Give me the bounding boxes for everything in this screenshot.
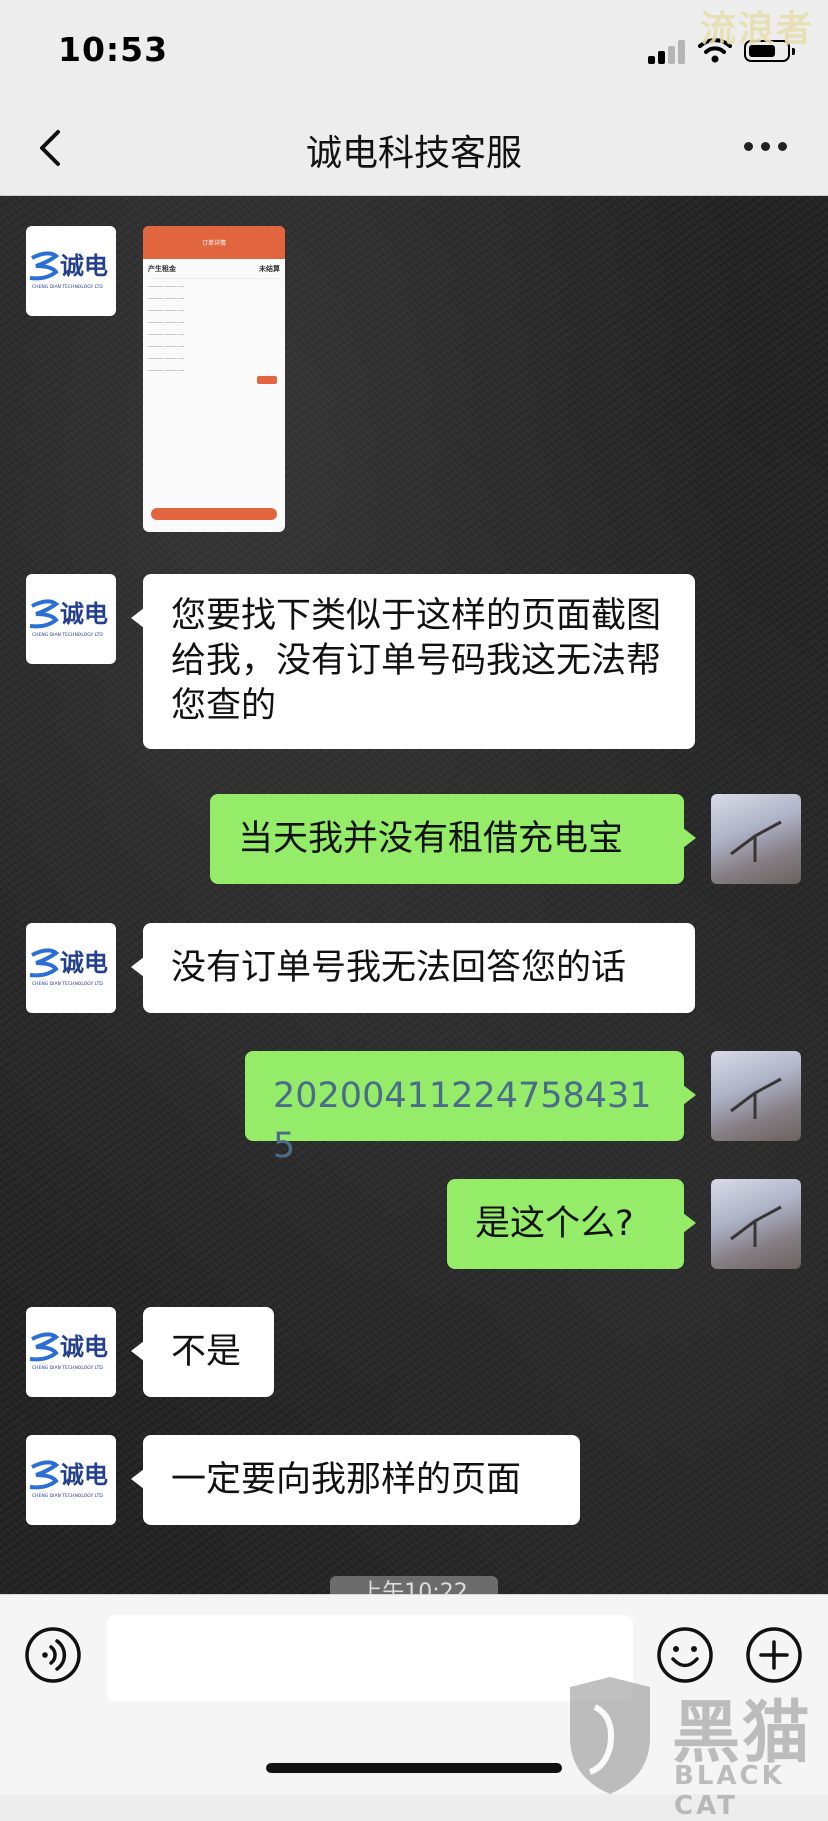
chengdian-logo-icon: 诚电 CHENG DIAN TECHNOLOGY LTD [29,1460,108,1499]
emoji-icon[interactable] [656,1626,714,1684]
chengdian-logo-icon: 诚电 CHENG DIAN TECHNOLOGY LTD [29,251,108,290]
message-bubble-cs[interactable]: 您要找下类似于这样的页面截图给我，没有订单号码我这无法帮您查的 [131,574,695,749]
message-bubble-cs[interactable]: 没有订单号我无法回答您的话 [131,923,695,1013]
svg-text:诚电: 诚电 [60,600,108,628]
chengdian-logo-icon: 诚电 CHENG DIAN TECHNOLOGY LTD [29,599,108,638]
message-bubble-user[interactable]: 20200411224758431​5 [245,1051,696,1166]
status-bar: 10:53 流浪者 [0,0,828,100]
order-screenshot-image[interactable]: 订单详情 产生租金 未结算 ───── ──── ── ───── ──── ─… [143,226,285,532]
user-avatar[interactable] [711,794,801,884]
message-bubble-user[interactable]: 是这个么? [447,1179,696,1269]
cat-shield-icon [570,1677,650,1794]
cs-avatar[interactable]: 诚电 CHENG DIAN TECHNOLOGY LTD [26,226,116,316]
chengdian-logo-icon: 诚电 CHENG DIAN TECHNOLOGY LTD [29,1332,108,1371]
svg-text:诚电: 诚电 [60,252,108,280]
message-bubble-user[interactable]: 当天我并没有租借充电宝 [210,794,696,884]
input-bar: 黑猫 BLACK CAT [0,1594,828,1821]
cellular-signal-icon [648,40,688,64]
message-bubble-cs[interactable]: 一定要向我那样的页面 [131,1435,580,1525]
svg-text:诚电: 诚电 [60,949,108,977]
message-input[interactable] [107,1615,633,1701]
svg-text:CHENG DIAN TECHNOLOGY LTD: CHENG DIAN TECHNOLOGY LTD [32,981,103,987]
plus-icon[interactable] [745,1626,803,1684]
chengdian-logo-icon: 诚电 CHENG DIAN TECHNOLOGY LTD [29,948,108,987]
message-bubble-cs[interactable]: 不是 [131,1307,274,1397]
black-cat-watermark: 黑猫 BLACK CAT [560,1677,828,1821]
chat-area[interactable]: 诚电 CHENG DIAN TECHNOLOGY LTD 订单详情 产生租金 未… [0,196,828,1594]
status-time: 10:53 [58,30,169,69]
user-avatar[interactable] [711,1179,801,1269]
svg-text:CHENG DIAN TECHNOLOGY LTD: CHENG DIAN TECHNOLOGY LTD [32,632,103,638]
svg-text:诚电: 诚电 [60,1333,108,1361]
watermark-top: 流浪者 [700,9,815,50]
svg-text:CHENG DIAN TECHNOLOGY LTD: CHENG DIAN TECHNOLOGY LTD [32,284,103,290]
cs-avatar[interactable]: 诚电 CHENG DIAN TECHNOLOGY LTD [26,1435,116,1525]
message-timestamp: 上午10:22 [330,1576,498,1594]
cs-avatar[interactable]: 诚电 CHENG DIAN TECHNOLOGY LTD [26,574,116,664]
svg-text:CHENG DIAN TECHNOLOGY LTD: CHENG DIAN TECHNOLOGY LTD [32,1365,103,1371]
chat-title: 诚电科技客服 [305,133,522,174]
cs-avatar[interactable]: 诚电 CHENG DIAN TECHNOLOGY LTD [26,1307,116,1397]
nav-bar: 诚电科技客服 [0,100,828,196]
cs-avatar[interactable]: 诚电 CHENG DIAN TECHNOLOGY LTD [26,923,116,1013]
svg-text:诚电: 诚电 [60,1461,108,1489]
svg-text:CHENG DIAN TECHNOLOGY LTD: CHENG DIAN TECHNOLOGY LTD [32,1493,103,1499]
more-options-icon[interactable] [744,142,788,154]
home-indicator [266,1763,562,1773]
user-avatar[interactable] [711,1051,801,1141]
voice-input-icon[interactable] [24,1626,82,1684]
